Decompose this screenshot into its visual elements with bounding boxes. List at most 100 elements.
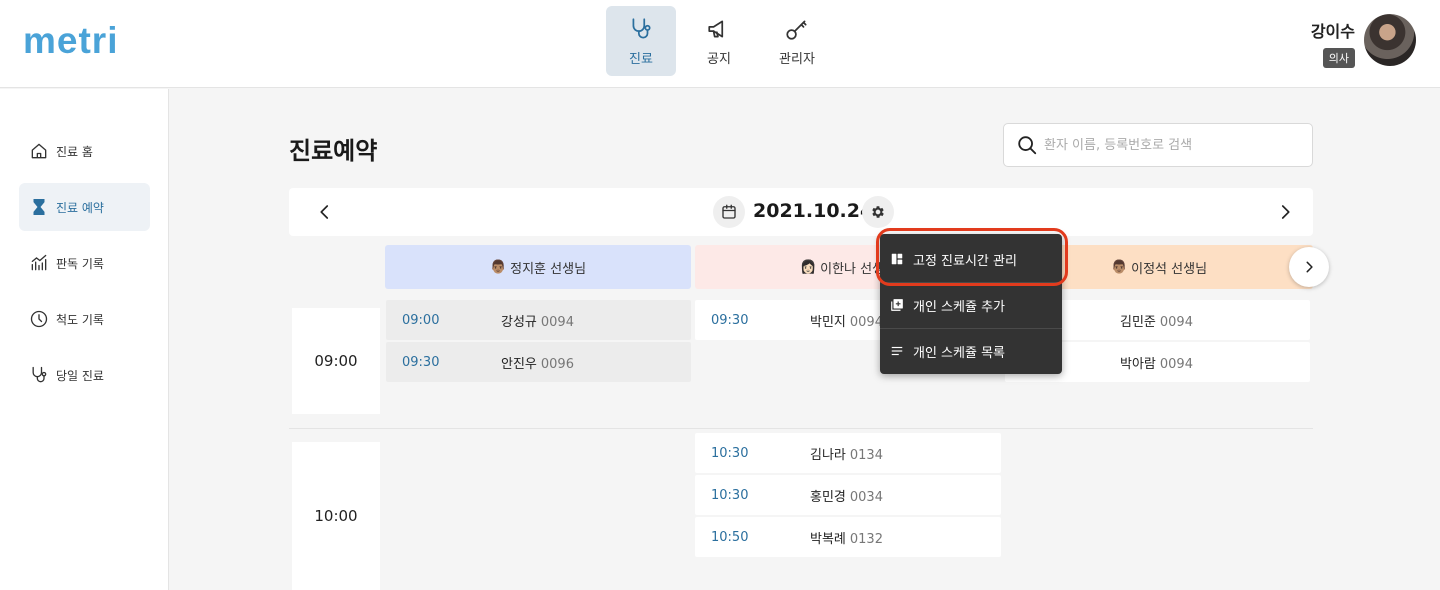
doctor-name: 정지훈 선생님 xyxy=(510,261,587,277)
sidebar-item-label: 판독 기록 xyxy=(56,256,104,271)
menu-item-fixed-hours[interactable]: 고정 진료시간 관리 xyxy=(880,236,1062,282)
menu-item-label: 고정 진료시간 관리 xyxy=(913,253,1017,269)
stethoscope-icon xyxy=(32,366,47,383)
appointment-time: 10:30 xyxy=(711,487,749,503)
next-doctors-button[interactable] xyxy=(1289,247,1329,287)
sidebar-item-label: 척도 기록 xyxy=(56,312,104,327)
nav-label: 관리자 xyxy=(779,51,815,67)
key-icon xyxy=(786,20,807,40)
patient-name: 안진우 xyxy=(501,356,537,372)
sidebar-item-label: 진료 홈 xyxy=(56,144,93,159)
search-input[interactable] xyxy=(1044,137,1294,153)
patient-name: 김나라 xyxy=(810,447,846,463)
settings-button[interactable] xyxy=(862,196,894,228)
time-slot-label: 09:00 xyxy=(292,308,380,414)
date-navigator: 2021.10.24 xyxy=(289,188,1313,236)
appointment-time: 09:00 xyxy=(402,312,440,328)
nav-tab-admin[interactable]: 관리자 xyxy=(762,6,832,76)
avatar[interactable] xyxy=(1364,14,1416,66)
nav-tab-treatment[interactable]: 진료 xyxy=(606,6,676,76)
menu-item-label: 개인 스케쥴 목록 xyxy=(913,345,1005,361)
search-box[interactable] xyxy=(1003,123,1313,167)
patient-name: 박민지 xyxy=(810,314,846,330)
next-date-button[interactable] xyxy=(1271,198,1299,226)
current-date[interactable]: 2021.10.24 xyxy=(753,200,873,222)
add-box-icon xyxy=(891,299,903,311)
sidebar-item-scale-records[interactable]: 척도 기록 xyxy=(19,295,150,343)
sidebar-item-home[interactable]: 진료 홈 xyxy=(19,127,150,175)
layout-icon xyxy=(891,253,903,265)
time-slot-label: 10:00 xyxy=(292,442,380,590)
search-icon xyxy=(1018,136,1037,155)
nav-tab-notice[interactable]: 공지 xyxy=(684,6,754,76)
page-title: 진료예약 xyxy=(289,137,378,165)
user-role-badge: 의사 xyxy=(1322,48,1355,68)
doctor-name: 이정석 선생님 xyxy=(1131,261,1208,277)
patient-name: 홍민경 xyxy=(810,489,846,505)
patient-id: 0134 xyxy=(849,447,883,463)
patient-name-wrap: 김민준 0094 xyxy=(1120,311,1193,330)
stethoscope-icon xyxy=(632,17,651,39)
user-profile[interactable]: 강이수 의사 xyxy=(1311,14,1416,68)
patient-id: 0094 xyxy=(849,314,883,330)
gear-icon xyxy=(872,206,884,218)
patient-name-wrap: 안진우 0096 xyxy=(501,353,574,372)
chart-icon xyxy=(31,254,47,271)
menu-item-schedule-list[interactable]: 개인 스케쥴 목록 xyxy=(880,328,1062,374)
row-divider xyxy=(289,428,1313,429)
doctor-avatar-icon: 👨🏽 xyxy=(489,259,507,275)
nav-label: 공지 xyxy=(707,51,731,67)
appointment-item[interactable]: 09:00 강성규 0094 xyxy=(386,300,691,340)
patient-id: 0094 xyxy=(1159,314,1193,330)
doctor-avatar-icon: 👩🏻 xyxy=(799,259,817,275)
list-icon xyxy=(891,346,903,356)
patient-id: 0132 xyxy=(849,531,883,547)
patient-name: 박아람 xyxy=(1120,356,1156,372)
patient-name-wrap: 박아람 0094 xyxy=(1120,353,1193,372)
prev-date-button[interactable] xyxy=(311,198,339,226)
settings-dropdown-menu: 고정 진료시간 관리 개인 스케쥴 추가 개인 스케쥴 목록 xyxy=(880,234,1062,374)
patient-id: 0096 xyxy=(540,356,574,372)
patient-name-wrap: 홍민경 0034 xyxy=(810,486,883,505)
metri-logo[interactable]: metri xyxy=(23,20,118,62)
appointment-item[interactable]: 10:30 김나라 0134 xyxy=(695,433,1001,473)
menu-item-add-schedule[interactable]: 개인 스케쥴 추가 xyxy=(880,282,1062,328)
appointment-item[interactable]: 10:50 박복례 0132 xyxy=(695,517,1001,557)
appointment-time: 10:50 xyxy=(711,529,749,545)
patient-name: 박복례 xyxy=(810,531,846,547)
home-icon xyxy=(31,143,47,159)
calendar-button[interactable] xyxy=(713,196,745,228)
main-nav: 진료 공지 관리자 xyxy=(606,6,840,76)
patient-id: 0094 xyxy=(1159,356,1193,372)
patient-name: 김민준 xyxy=(1120,314,1156,330)
user-name: 강이수 xyxy=(1310,22,1355,41)
clock-icon xyxy=(30,310,48,328)
patient-name-wrap: 김나라 0134 xyxy=(810,444,883,463)
appointment-item[interactable]: 10:30 홍민경 0034 xyxy=(695,475,1001,515)
sidebar-item-reservation[interactable]: 진료 예약 xyxy=(19,183,150,231)
sidebar-item-today-treatment[interactable]: 당일 진료 xyxy=(19,351,150,399)
menu-item-label: 개인 스케쥴 추가 xyxy=(913,299,1005,315)
sidebar-item-reading-records[interactable]: 판독 기록 xyxy=(19,239,150,287)
patient-name-wrap: 강성규 0094 xyxy=(501,311,574,330)
sidebar-item-label: 당일 진료 xyxy=(56,368,104,383)
patient-id: 0094 xyxy=(540,314,574,330)
appointment-time: 09:30 xyxy=(711,312,749,328)
hourglass-icon xyxy=(33,199,45,215)
calendar-icon xyxy=(722,204,736,219)
doctor-column-header[interactable]: 👨🏽 정지훈 선생님 xyxy=(385,245,691,289)
top-header: metri 진료 공지 관리자 강이수 의사 xyxy=(0,0,1440,88)
megaphone-icon xyxy=(708,20,724,37)
appointment-time: 09:30 xyxy=(402,354,440,370)
user-info: 강이수 의사 xyxy=(1311,18,1355,68)
patient-name-wrap: 박민지 0094 xyxy=(810,311,883,330)
sidebar: 진료 홈 진료 예약 판독 기록 척도 기록 당일 진료 xyxy=(0,89,169,590)
chevron-right-icon xyxy=(1306,261,1313,273)
patient-name: 강성규 xyxy=(501,314,537,330)
sidebar-item-label: 진료 예약 xyxy=(56,200,104,215)
appointment-time: 10:30 xyxy=(711,445,749,461)
appointment-item[interactable]: 09:30 안진우 0096 xyxy=(386,342,691,382)
chevron-right-icon xyxy=(1281,205,1290,219)
patient-id: 0034 xyxy=(849,489,883,505)
nav-label: 진료 xyxy=(629,51,653,67)
